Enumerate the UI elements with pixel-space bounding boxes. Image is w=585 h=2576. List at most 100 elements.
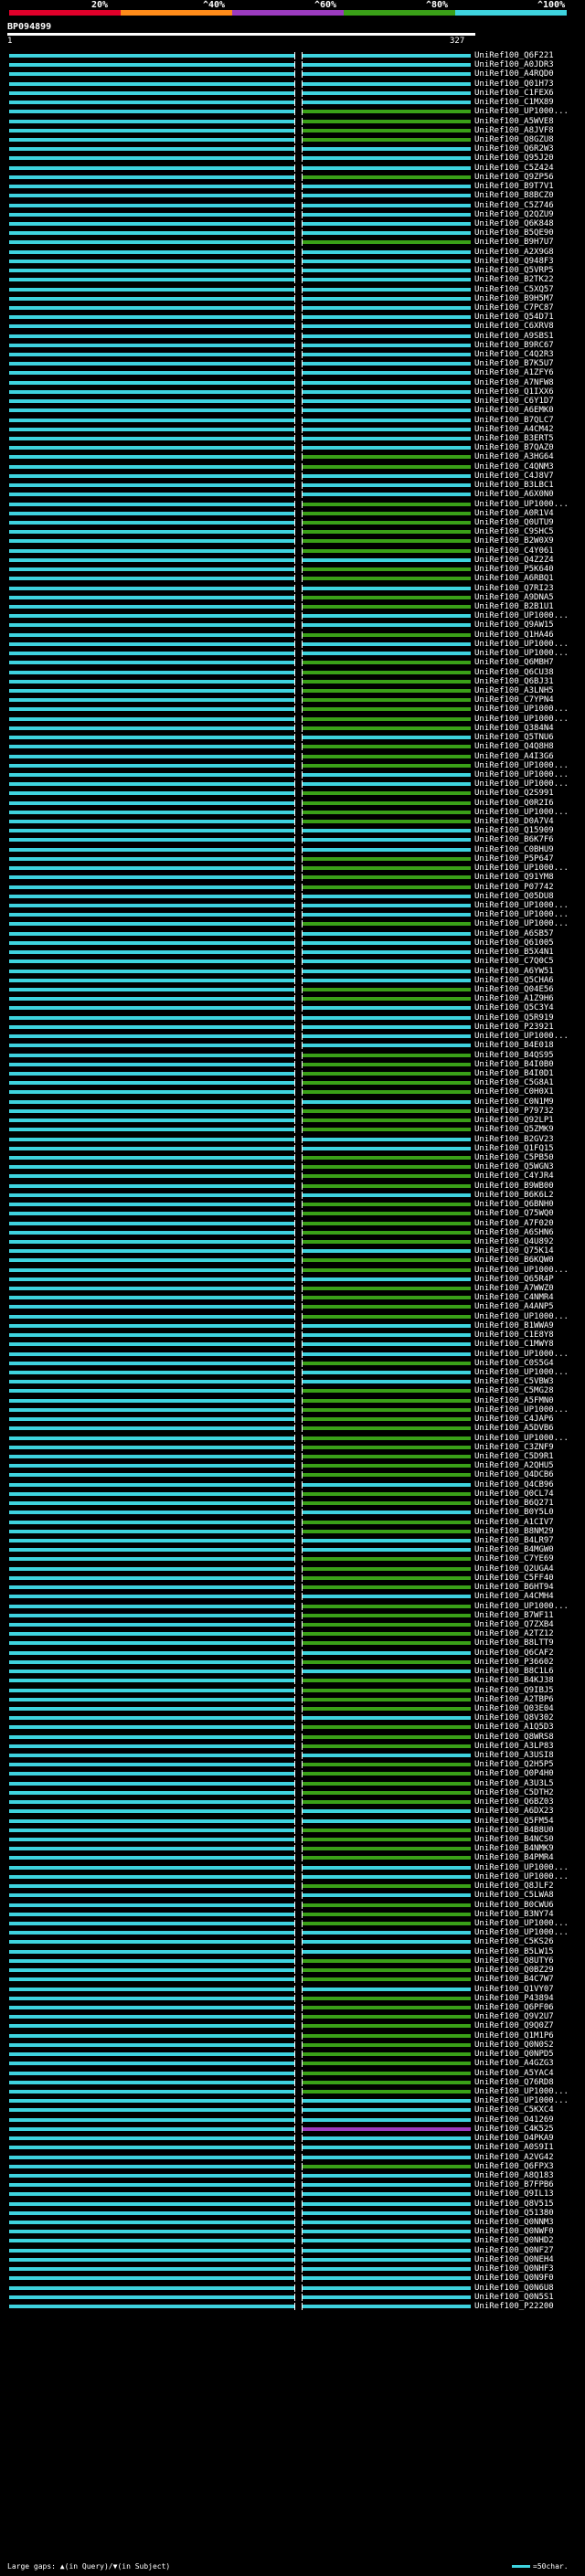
alignment-row[interactable]: UniRef100_Q9ZP56 [0, 173, 585, 182]
alignment-hit-label[interactable]: UniRef100_B2B1U1 [474, 602, 554, 611]
alignment-row[interactable]: UniRef100_B4NMK9 [0, 1844, 585, 1853]
alignment-hit-label[interactable]: UniRef100_C7PC87 [474, 303, 554, 313]
alignment-row[interactable]: UniRef100_Q9AW15 [0, 620, 585, 630]
alignment-hit-label[interactable]: UniRef100_Q5VRP5 [474, 266, 554, 275]
alignment-row[interactable]: UniRef100_UP1000... [0, 640, 585, 649]
alignment-hit-label[interactable]: UniRef100_Q0UTU9 [474, 518, 554, 527]
alignment-hit-label[interactable]: UniRef100_A4RQD0 [474, 69, 554, 79]
alignment-hit-label[interactable]: UniRef100_B5QE90 [474, 228, 554, 238]
alignment-hit-label[interactable]: UniRef100_B4B8U0 [474, 1826, 554, 1835]
alignment-row[interactable]: UniRef100_C5D9R1 [0, 1452, 585, 1461]
alignment-hit-label[interactable]: UniRef100_B6KQW0 [474, 1256, 554, 1265]
alignment-row[interactable]: UniRef100_B4I0D1 [0, 1069, 585, 1078]
alignment-row[interactable]: UniRef100_UP1000... [0, 1350, 585, 1359]
alignment-hit-label[interactable]: UniRef100_C5KS26 [474, 1937, 554, 1946]
alignment-hit-label[interactable]: UniRef100_A1ZFY6 [474, 368, 554, 377]
alignment-row[interactable]: UniRef100_B6Q271 [0, 1499, 585, 1508]
alignment-hit-label[interactable]: UniRef100_A2TBP6 [474, 1695, 554, 1704]
alignment-hit-label[interactable]: UniRef100_B6K7F6 [474, 835, 554, 844]
alignment-hit-label[interactable]: UniRef100_UP1000... [474, 864, 569, 873]
alignment-row[interactable]: UniRef100_Q05DU8 [0, 892, 585, 901]
alignment-hit-label[interactable]: UniRef100_Q4Z2Z4 [474, 556, 554, 565]
alignment-hit-label[interactable]: UniRef100_B4KJ38 [474, 1676, 554, 1685]
alignment-row[interactable]: UniRef100_UP1000... [0, 649, 585, 658]
alignment-hit-label[interactable]: UniRef100_Q2UGA4 [474, 1564, 554, 1574]
alignment-row[interactable]: UniRef100_Q6F221 [0, 51, 585, 60]
alignment-hit-label[interactable]: UniRef100_Q5CHA6 [474, 976, 554, 985]
alignment-row[interactable]: UniRef100_A9SBS1 [0, 332, 585, 341]
alignment-row[interactable]: UniRef100_B4I0B0 [0, 1060, 585, 1069]
alignment-hit-label[interactable]: UniRef100_O4PKA9 [474, 2134, 554, 2143]
alignment-hit-label[interactable]: UniRef100_Q0NEH4 [474, 2255, 554, 2264]
alignment-row[interactable]: UniRef100_Q1FQ15 [0, 1144, 585, 1153]
alignment-row[interactable]: UniRef100_A6EMK0 [0, 406, 585, 415]
alignment-row[interactable]: UniRef100_A2TZ12 [0, 1629, 585, 1638]
alignment-row[interactable]: UniRef100_B3ERT5 [0, 434, 585, 443]
alignment-row[interactable]: UniRef100_A8Q183 [0, 2171, 585, 2180]
alignment-hit-label[interactable]: UniRef100_B8LTT9 [474, 1638, 554, 1648]
alignment-hit-label[interactable]: UniRef100_B9H7U7 [474, 238, 554, 247]
alignment-row[interactable]: UniRef100_A4CMH4 [0, 1592, 585, 1601]
alignment-hit-label[interactable]: UniRef100_A3LNH5 [474, 686, 554, 695]
alignment-row[interactable]: UniRef100_Q5C3Y4 [0, 1003, 585, 1012]
alignment-hit-label[interactable]: UniRef100_Q0NPD5 [474, 2050, 554, 2059]
alignment-hit-label[interactable]: UniRef100_Q51380 [474, 2209, 554, 2218]
alignment-row[interactable]: UniRef100_P22200 [0, 2302, 585, 2311]
alignment-row[interactable]: UniRef100_UP1000... [0, 761, 585, 770]
alignment-row[interactable]: UniRef100_A1CIV7 [0, 1518, 585, 1527]
alignment-hit-label[interactable]: UniRef100_Q0NWF0 [474, 2227, 554, 2236]
alignment-hit-label[interactable]: UniRef100_Q9AW15 [474, 620, 554, 630]
alignment-row[interactable]: UniRef100_C5KXC4 [0, 2105, 585, 2115]
alignment-hit-label[interactable]: UniRef100_Q9ZP56 [474, 173, 554, 182]
alignment-row[interactable]: UniRef100_C1FEX6 [0, 89, 585, 98]
alignment-hit-label[interactable]: UniRef100_C9SHC5 [474, 527, 554, 536]
alignment-hit-label[interactable]: UniRef100_A6DX23 [474, 1807, 554, 1816]
alignment-row[interactable]: UniRef100_Q0NHF3 [0, 2264, 585, 2274]
alignment-hit-label[interactable]: UniRef100_C0S5G4 [474, 1359, 554, 1368]
alignment-hit-label[interactable]: UniRef100_C7YPN4 [474, 695, 554, 705]
alignment-hit-label[interactable]: UniRef100_Q4DCB6 [474, 1470, 554, 1479]
alignment-hit-label[interactable]: UniRef100_UP1000... [474, 1872, 569, 1882]
alignment-row[interactable]: UniRef100_UP1000... [0, 715, 585, 724]
alignment-hit-label[interactable]: UniRef100_B2TK22 [474, 275, 554, 284]
alignment-row[interactable]: UniRef100_P5K640 [0, 565, 585, 574]
alignment-hit-label[interactable]: UniRef100_Q6F221 [474, 51, 554, 60]
alignment-row[interactable]: UniRef100_UP1000... [0, 2096, 585, 2105]
alignment-row[interactable]: UniRef100_Q04E56 [0, 985, 585, 994]
alignment-hit-label[interactable]: UniRef100_Q15909 [474, 826, 554, 835]
alignment-hit-label[interactable]: UniRef100_Q6BNH0 [474, 1200, 554, 1209]
alignment-hit-label[interactable]: UniRef100_Q8UTY6 [474, 1956, 554, 1966]
alignment-row[interactable]: UniRef100_A4ANP5 [0, 1302, 585, 1311]
alignment-hit-label[interactable]: UniRef100_P23921 [474, 1023, 554, 1032]
alignment-hit-label[interactable]: UniRef100_Q0NF27 [474, 2246, 554, 2255]
alignment-row[interactable]: UniRef100_O4PKA9 [0, 2134, 585, 2143]
alignment-row[interactable]: UniRef100_A6X0N0 [0, 490, 585, 499]
alignment-hit-label[interactable]: UniRef100_A6SHN6 [474, 1228, 554, 1237]
alignment-hit-label[interactable]: UniRef100_Q0NHD2 [474, 2236, 554, 2245]
alignment-hit-label[interactable]: UniRef100_B3ERT5 [474, 434, 554, 443]
alignment-hit-label[interactable]: UniRef100_A6X0N0 [474, 490, 554, 499]
alignment-hit-label[interactable]: UniRef100_Q6CU38 [474, 668, 554, 677]
alignment-row[interactable]: UniRef100_C5FF40 [0, 1574, 585, 1583]
alignment-row[interactable]: UniRef100_Q54D71 [0, 313, 585, 322]
alignment-hit-label[interactable]: UniRef100_A9DNA5 [474, 593, 554, 602]
alignment-row[interactable]: UniRef100_C5KS26 [0, 1937, 585, 1946]
alignment-hit-label[interactable]: UniRef100_Q54D71 [474, 313, 554, 322]
alignment-hit-label[interactable]: UniRef100_Q75WQ0 [474, 1209, 554, 1218]
alignment-hit-label[interactable]: UniRef100_B9RC67 [474, 341, 554, 350]
alignment-row[interactable]: UniRef100_A2X9G8 [0, 248, 585, 257]
alignment-row[interactable]: UniRef100_C7YE69 [0, 1554, 585, 1564]
alignment-row[interactable]: UniRef100_C5G8A1 [0, 1078, 585, 1087]
alignment-hit-label[interactable]: UniRef100_Q1FQ15 [474, 1144, 554, 1153]
alignment-row[interactable]: UniRef100_UP1000... [0, 705, 585, 714]
alignment-row[interactable]: UniRef100_Q5WGN3 [0, 1162, 585, 1171]
alignment-row[interactable]: UniRef100_Q4DCB6 [0, 1470, 585, 1479]
alignment-hit-label[interactable]: UniRef100_C5DTH2 [474, 1788, 554, 1797]
alignment-hit-label[interactable]: UniRef100_A8Q183 [474, 2171, 554, 2180]
alignment-hit-label[interactable]: UniRef100_C0H0X1 [474, 1087, 554, 1097]
alignment-row[interactable]: UniRef100_C5XQ57 [0, 285, 585, 294]
alignment-hit-label[interactable]: UniRef100_A6RBQ1 [474, 574, 554, 583]
alignment-row[interactable]: UniRef100_C4JAP6 [0, 1415, 585, 1424]
alignment-hit-label[interactable]: UniRef100_C1MWY8 [474, 1340, 554, 1349]
alignment-row[interactable]: UniRef100_Q4CB96 [0, 1480, 585, 1489]
